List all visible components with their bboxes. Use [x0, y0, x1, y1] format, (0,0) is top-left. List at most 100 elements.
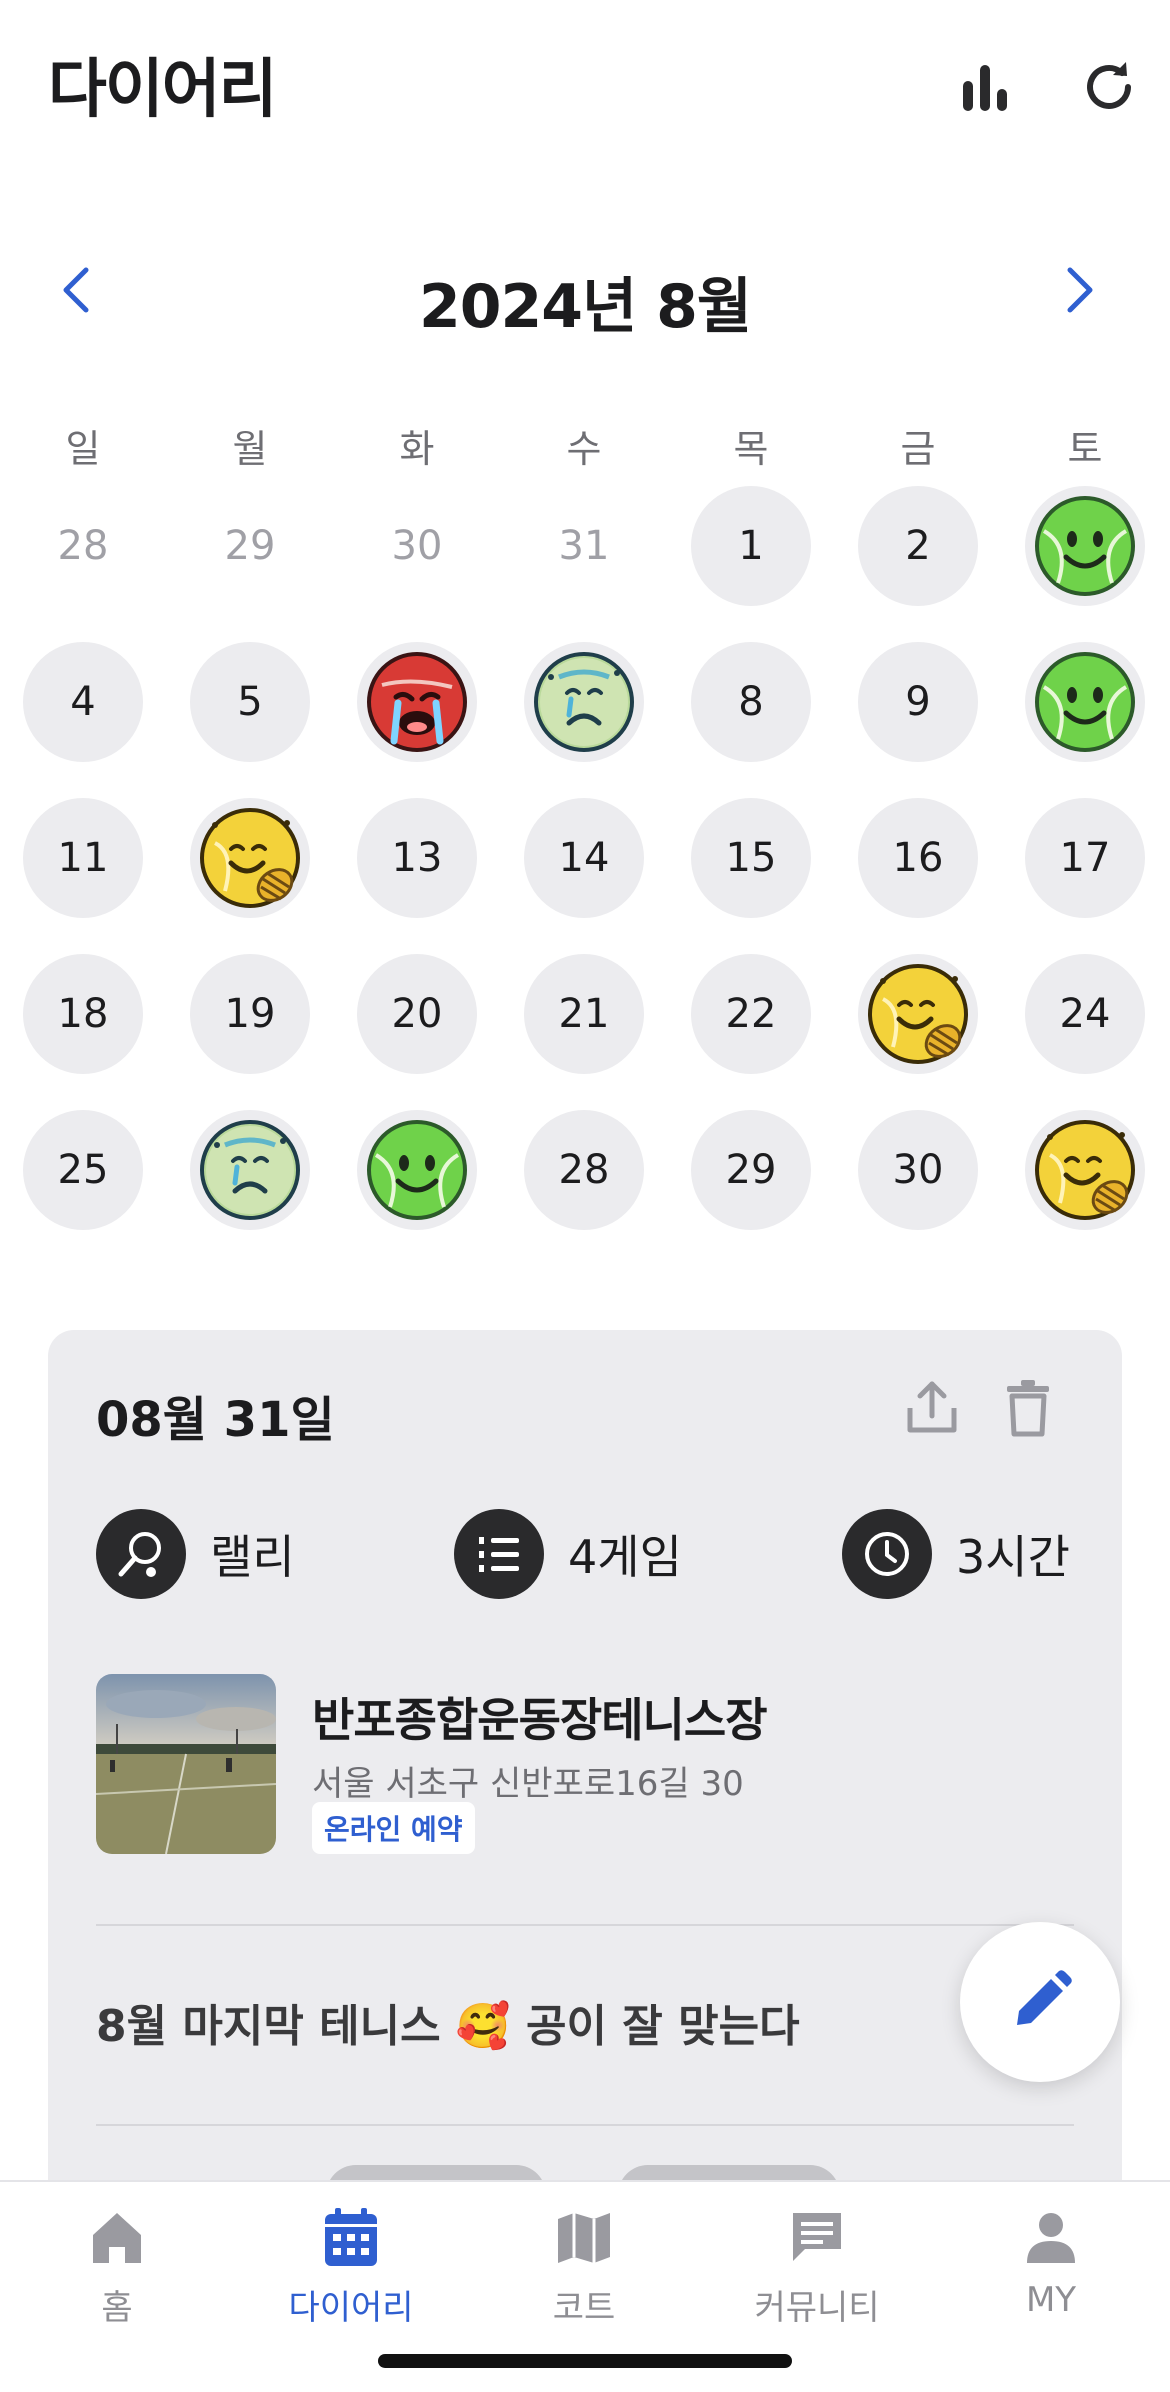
- calendar-day[interactable]: 30: [858, 1110, 978, 1230]
- sad-teal-tennis-ball-icon: [200, 1120, 300, 1220]
- tab-label: 홈: [101, 2288, 133, 2328]
- weekday-label: 월: [232, 427, 268, 471]
- person-icon: [1016, 2202, 1086, 2272]
- calendar-day: 29: [224, 523, 276, 569]
- calendar-day[interactable]: 25: [23, 1110, 143, 1230]
- stat-duration: 3시간: [842, 1508, 1070, 1600]
- weekday-label: 일: [65, 427, 101, 471]
- weekday-label: 금: [900, 427, 936, 471]
- calendar-day-mood-happy-green[interactable]: [357, 1110, 477, 1230]
- weekday-label: 화: [399, 427, 435, 471]
- edit-entry-button[interactable]: [960, 1922, 1120, 2082]
- tab-my[interactable]: MY: [951, 2202, 1151, 2342]
- calendar-day[interactable]: 13: [357, 798, 477, 918]
- calendar-day: 28: [57, 523, 109, 569]
- chat-icon: [782, 2202, 852, 2272]
- refresh-icon: [1087, 62, 1131, 109]
- tab-home[interactable]: 홈: [17, 2202, 217, 2342]
- happy-green-tennis-ball-icon: [1035, 652, 1135, 752]
- refresh-button[interactable]: [1074, 52, 1144, 122]
- entry-note: 8월 마지막 테니스 🥰 공이 잘 맞는다: [96, 2001, 800, 2052]
- calendar-day[interactable]: 4: [23, 642, 143, 762]
- divider: [96, 2124, 1074, 2126]
- online-reservation-badge: 온라인 예약: [312, 1802, 475, 1854]
- bar-chart-icon: [963, 65, 1007, 111]
- calendar-day-mood-crying-red[interactable]: [357, 642, 477, 762]
- calendar-day-mood-sad-teal[interactable]: [190, 1110, 310, 1230]
- divider: [96, 1924, 1074, 1926]
- tab-label: 커뮤니티: [754, 2288, 880, 2328]
- stat-label: 랠리: [210, 1530, 295, 1584]
- stats-button[interactable]: [950, 52, 1020, 122]
- map-icon: [549, 2202, 619, 2272]
- calendar-day-mood-smile-yellow[interactable]: [858, 954, 978, 1074]
- entry-date: 08월 31일: [96, 1392, 335, 1448]
- calendar-day-mood-smile-yellow[interactable]: [190, 798, 310, 918]
- share-icon: [907, 1381, 957, 1433]
- calendar-day[interactable]: 20: [357, 954, 477, 1074]
- pencil-icon: [1017, 1970, 1072, 2025]
- list-numbered-icon: [454, 1509, 544, 1599]
- calendar-day-mood-happy-green[interactable]: [1025, 642, 1145, 762]
- calendar-day[interactable]: 28: [524, 1110, 644, 1230]
- smile-yellow-tennis-ball-icon: [1035, 1120, 1135, 1220]
- court-name: 반포종합운동장테니스장: [312, 1693, 768, 1747]
- calendar-day-mood-happy-green[interactable]: [1025, 486, 1145, 606]
- calendar-day[interactable]: 14: [524, 798, 644, 918]
- weekday-label: 수: [566, 427, 602, 471]
- chevron-right-icon: [1067, 267, 1093, 313]
- court-address: 서울 서초구 신반포로16길 30: [312, 1764, 744, 1804]
- calendar-day[interactable]: 24: [1025, 954, 1145, 1074]
- calendar-day: 31: [558, 523, 610, 569]
- calendar-day[interactable]: 22: [691, 954, 811, 1074]
- calendar-day[interactable]: 17: [1025, 798, 1145, 918]
- calendar-day[interactable]: 5: [190, 642, 310, 762]
- calendar-day[interactable]: 21: [524, 954, 644, 1074]
- stat-games: 4게임: [454, 1508, 682, 1600]
- calendar-day[interactable]: 19: [190, 954, 310, 1074]
- calendar-day[interactable]: 15: [691, 798, 811, 918]
- weekday-label: 토: [1067, 427, 1103, 471]
- calendar-day[interactable]: 8: [691, 642, 811, 762]
- tab-label: 다이어리: [288, 2288, 414, 2328]
- calendar-day[interactable]: 29: [691, 1110, 811, 1230]
- calendar-day[interactable]: 9: [858, 642, 978, 762]
- sad-teal-tennis-ball-icon: [534, 652, 634, 752]
- smile-yellow-tennis-ball-icon: [200, 808, 300, 908]
- home-indicator: [378, 2354, 792, 2368]
- calendar-day[interactable]: 1: [691, 486, 811, 606]
- calendar-day-mood-smile-yellow[interactable]: [1025, 1110, 1145, 1230]
- weekday-header: 일 월 화 수 목 금 토: [0, 418, 1170, 478]
- calendar-day-mood-sad-teal[interactable]: [524, 642, 644, 762]
- calendar-day: 30: [391, 523, 443, 569]
- header: 다이어리: [0, 0, 1170, 160]
- racket-icon: [96, 1509, 186, 1599]
- calendar-icon: [316, 2202, 386, 2272]
- happy-green-tennis-ball-icon: [1035, 496, 1135, 596]
- court-info[interactable]: 반포종합운동장테니스장 서울 서초구 신반포로16길 30 온라인 예약: [96, 1674, 1076, 1854]
- clock-icon: [842, 1509, 932, 1599]
- happy-green-tennis-ball-icon: [367, 1120, 467, 1220]
- next-month-button[interactable]: [1050, 260, 1110, 320]
- share-button[interactable]: [900, 1376, 964, 1440]
- calendar-day[interactable]: 11: [23, 798, 143, 918]
- stat-label: 3시간: [956, 1530, 1070, 1584]
- calendar-day[interactable]: 18: [23, 954, 143, 1074]
- stat-rally: 랠리: [96, 1508, 295, 1600]
- court-photo: [96, 1674, 276, 1854]
- page-title: 다이어리: [48, 53, 278, 127]
- crying-red-tennis-ball-icon: [367, 652, 467, 752]
- tab-diary[interactable]: 다이어리: [251, 2202, 451, 2342]
- month-label: 2024년 8월: [418, 272, 752, 342]
- tab-community[interactable]: 커뮤니티: [717, 2202, 917, 2342]
- tab-label: 코트: [552, 2288, 616, 2328]
- trash-icon: [1007, 1380, 1049, 1437]
- delete-button[interactable]: [996, 1376, 1060, 1440]
- tab-court[interactable]: 코트: [484, 2202, 684, 2342]
- tab-label: MY: [1025, 2280, 1077, 2320]
- stat-label: 4게임: [568, 1530, 682, 1584]
- calendar-day[interactable]: 2: [858, 486, 978, 606]
- month-navigation: 2024년 8월: [0, 250, 1170, 342]
- calendar-day[interactable]: 16: [858, 798, 978, 918]
- smile-yellow-tennis-ball-icon: [868, 964, 968, 1064]
